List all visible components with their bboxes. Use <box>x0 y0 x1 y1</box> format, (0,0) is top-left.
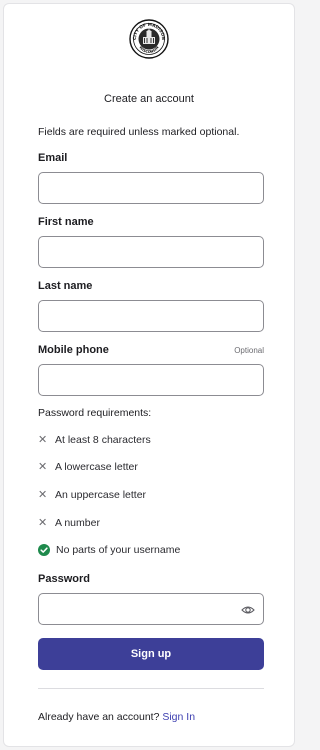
password-field-wrapper <box>38 593 264 625</box>
page-title: Create an account <box>104 93 194 105</box>
email-field[interactable] <box>38 172 264 204</box>
sign-in-prompt: Already have an account? Sign In <box>38 711 195 723</box>
password-requirements-title: Password requirements: <box>38 407 152 419</box>
x-icon: ✕ <box>38 516 48 529</box>
last-name-field[interactable] <box>38 300 264 332</box>
password-label: Password <box>38 573 90 585</box>
mobile-phone-label: Mobile phone <box>38 344 109 356</box>
requirement-text: At least 8 characters <box>55 434 151 446</box>
first-name-label: First name <box>38 216 94 228</box>
requirement-item: No parts of your username <box>38 543 180 557</box>
eye-icon[interactable] <box>241 603 255 617</box>
sign-up-button[interactable]: Sign up <box>38 638 264 670</box>
requirement-item: ✕ An uppercase letter <box>38 488 146 502</box>
x-icon: ✕ <box>38 460 48 473</box>
first-name-field[interactable] <box>38 236 264 268</box>
divider <box>38 688 264 689</box>
mobile-phone-field[interactable] <box>38 364 264 396</box>
last-name-label: Last name <box>38 280 93 292</box>
footer-text: Already have an account? <box>38 711 160 723</box>
requirement-text: An uppercase letter <box>55 489 147 501</box>
requirement-text: No parts of your username <box>56 544 181 556</box>
requirement-text: A lowercase letter <box>55 461 138 473</box>
x-icon: ✕ <box>38 433 48 446</box>
required-fields-note: Fields are required unless marked option… <box>38 126 240 138</box>
sign-in-link[interactable]: Sign In <box>162 711 195 723</box>
city-of-madison-seal-icon: CITY OF MADISON WISCONSIN <box>129 19 169 59</box>
requirement-item: ✕ A number <box>38 516 100 530</box>
requirement-item: ✕ A lowercase letter <box>38 460 138 474</box>
optional-tag: Optional <box>234 346 264 355</box>
password-field[interactable] <box>39 594 229 624</box>
requirement-item: ✕ At least 8 characters <box>38 433 151 447</box>
requirement-text: A number <box>55 517 100 529</box>
check-circle-icon <box>38 544 50 556</box>
email-label: Email <box>38 152 68 164</box>
x-icon: ✕ <box>38 488 48 501</box>
